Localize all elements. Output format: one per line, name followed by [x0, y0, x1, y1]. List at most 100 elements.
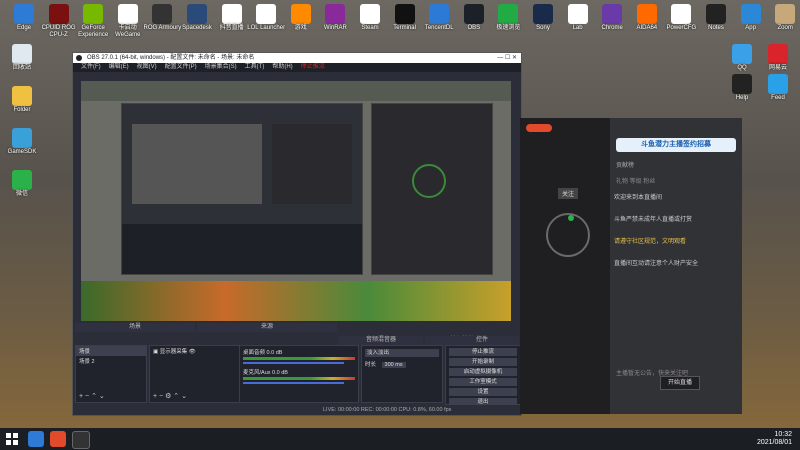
control-button-0[interactable]: 停止推流	[449, 348, 517, 356]
fans-label: 关注	[558, 188, 579, 199]
duration-label: 时长	[365, 362, 377, 368]
obs-menu-item-1[interactable]: 编辑(E)	[109, 64, 129, 70]
preview-bottom-scene	[81, 281, 511, 321]
douyu-window[interactable]: 关注 斗鱼潜力主播签约招募 贡献榜 礼物 等级 粉丝 欢迎来到本直播间 斗鱼严禁未…	[520, 118, 742, 414]
desktop-left-icon-2[interactable]: GameSDK	[2, 128, 42, 156]
source-toolbar[interactable]: + − ⚙ ⌃ ⌄	[153, 392, 187, 400]
control-button-3[interactable]: 工作室模式	[449, 378, 517, 386]
desktop-left-icon-0[interactable]: 回收站	[2, 44, 42, 72]
desktop-icon-8-icon	[290, 4, 311, 24]
obs-menu-item-2[interactable]: 视图(V)	[137, 64, 157, 70]
obs-menu-item-6[interactable]: 帮助(H)	[272, 64, 292, 70]
chat-messages: 欢迎来到本直播间斗鱼严禁未成年人直播或打赏 请遵守社区规范，文明观看直播间互动请注…	[614, 194, 734, 282]
desktop-icon-label: GameSDK	[7, 149, 37, 155]
window-controls[interactable]: — ☐ ✕	[497, 53, 517, 63]
transition-select[interactable]: 淡入淡出	[365, 349, 439, 357]
control-button-2[interactable]: 启动虚拟摄像机	[449, 368, 517, 376]
desktop-icon-5-icon	[187, 4, 207, 24]
preview-nested-obs	[121, 103, 363, 275]
desktop-icon-label: 网易云	[768, 65, 787, 71]
desktop-icon-16-icon	[567, 4, 588, 24]
desktop-icon-9-icon	[325, 4, 346, 24]
sources-dock: ▣ 显示器采集 👁 + − ⚙ ⌃ ⌄	[149, 345, 241, 403]
tab-contribution[interactable]: 贡献榜	[616, 162, 634, 170]
control-button-4[interactable]: 设置	[449, 388, 517, 396]
scene-item[interactable]: 场景	[76, 346, 146, 356]
desktop-icon-21-icon	[740, 4, 761, 24]
recruit-banner[interactable]: 斗鱼潜力主播签约招募	[616, 138, 736, 152]
clock-date: 2021/08/01	[756, 439, 792, 446]
transition-dock: 淡入淡出 时长 300 ms	[361, 345, 443, 403]
chat-message: 斗鱼严禁未成年人直播或打赏	[614, 217, 693, 223]
windows-icon	[6, 433, 18, 445]
mixer-channel-label: 桌面音频 0.0 dB	[243, 350, 283, 356]
desktop-icon-22-icon	[775, 4, 796, 24]
desktop-icon-22[interactable]: Zoom	[765, 4, 800, 32]
volume-slider[interactable]	[243, 382, 344, 384]
obs-title-text: OBS 27.0.1 (64-bit, windows) - 配置文件: 未命名…	[87, 55, 255, 61]
desktop-right-icon-0[interactable]: QQ	[722, 44, 762, 72]
desktop-icon-3-icon	[117, 4, 138, 24]
desktop-icon-20-icon	[706, 4, 726, 24]
controls-dock: 停止推流 开始录制 启动虚拟摄像机 工作室模式 设置 退出	[445, 345, 521, 406]
preview-nested-douyu	[371, 103, 493, 275]
obs-menu-item-3[interactable]: 配置文件(P)	[165, 64, 197, 70]
desktop-icon-label: 微信	[15, 191, 28, 197]
obs-menu-item-0[interactable]: 文件(F)	[81, 64, 101, 70]
chat-message: 请遵守社区规范，文明观看	[614, 239, 687, 245]
volume-meter	[243, 357, 355, 360]
control-button-1[interactable]: 开始录制	[449, 358, 517, 366]
desktop-right-icon-3-icon	[768, 74, 788, 94]
desktop-right-icon-2-icon	[732, 74, 752, 94]
obs-preview[interactable]	[81, 81, 511, 321]
desktop-icon-14-icon	[498, 4, 519, 24]
desktop-left-icon-3[interactable]: 微信	[2, 170, 42, 198]
obs-taskbar-icon[interactable]	[72, 431, 90, 449]
scene-toolbar[interactable]: + − ⌃ ⌄	[79, 392, 105, 400]
desktop-right-icon-1[interactable]: 网易云	[758, 44, 798, 72]
volume-slider[interactable]	[243, 362, 344, 364]
start-button[interactable]	[4, 431, 20, 447]
desktop-icon-2-icon	[83, 4, 104, 24]
desktop-left-icon-0-icon	[12, 44, 32, 64]
start-live-button[interactable]: 开始直播	[660, 376, 700, 390]
scene-item[interactable]: 场景 2	[76, 356, 146, 366]
desktop-right-icon-2[interactable]: Help	[722, 74, 762, 102]
preview-desktop-strip	[81, 81, 511, 101]
obs-menu-item-4[interactable]: 场景集合(S)	[205, 64, 237, 70]
taskbar-clock[interactable]: 10:32 2021/08/01	[757, 431, 792, 447]
scenes-dock: 场景 场景 2 + − ⌃ ⌄	[75, 345, 147, 403]
desktop-right-icon-0-icon	[732, 44, 752, 64]
obs-titlebar[interactable]: OBS 27.0.1 (64-bit, windows) - 配置文件: 未命名…	[73, 53, 521, 63]
desktop-icon-label: QQ	[737, 65, 747, 71]
chat-message: 欢迎来到本直播间	[614, 195, 663, 201]
desktop-right-icon-3[interactable]: Feed	[758, 74, 798, 102]
desktop-left-icon-3-icon	[12, 170, 32, 190]
desktop-icon-1-icon	[48, 4, 69, 24]
obs-menu-item-5[interactable]: 工具(T)	[245, 64, 265, 70]
taskbar: 10:32 2021/08/01	[0, 428, 800, 450]
desktop-icon-18-icon	[636, 4, 657, 24]
desktop-icon-6-icon	[221, 4, 242, 24]
desktop-icon-label: 回收站	[12, 65, 31, 71]
dock-header-controls: 控件	[445, 336, 519, 345]
dock-header-scenes: 场景	[75, 323, 195, 332]
desktop-left-icon-1[interactable]: Folder	[2, 86, 42, 114]
obs-statusbar: LIVE: 00:00:00 REC: 00:00:00 CPU: 0.8%, …	[73, 405, 521, 415]
desktop-icon-label: Folder	[13, 107, 31, 113]
desktop-icon-13-icon	[463, 4, 484, 24]
mixer-channel-label: 麦克风/Aux 0.0 dB	[243, 370, 288, 376]
source-item[interactable]: ▣ 显示器采集 👁	[150, 346, 240, 356]
chat-message: 直播间互动请注意个人财产安全	[614, 261, 699, 267]
edge-taskbar-icon[interactable]	[28, 431, 44, 447]
clock-time: 10:32	[774, 431, 792, 438]
desktop-icon-4-icon	[152, 4, 173, 24]
duration-input[interactable]: 300 ms	[381, 362, 406, 368]
douyu-taskbar-icon[interactable]	[50, 431, 66, 447]
desktop-icon-12-icon	[429, 4, 450, 24]
mixer-channel: 麦克风/Aux 0.0 dB	[240, 366, 358, 386]
obs-window[interactable]: OBS 27.0.1 (64-bit, windows) - 配置文件: 未命名…	[72, 52, 522, 416]
desktop-left-icon-1-icon	[12, 86, 32, 106]
volume-meter	[243, 377, 355, 380]
obs-menu-item-7[interactable]: 停止推流	[301, 64, 325, 70]
